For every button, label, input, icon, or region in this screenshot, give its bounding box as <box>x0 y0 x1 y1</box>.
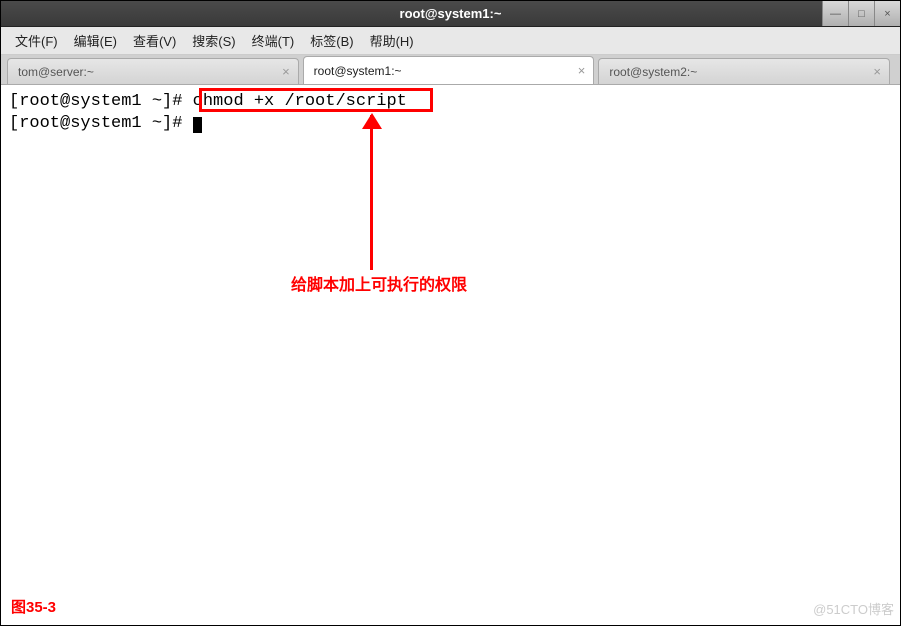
command: chmod +x /root/script <box>193 92 407 111</box>
tab-root-system2[interactable]: root@system2:~ × <box>598 58 890 84</box>
terminal-area[interactable]: [root@system1 ~]# chmod +x /root/script … <box>1 85 900 625</box>
annotation-text: 给脚本加上可执行的权限 <box>291 275 467 297</box>
tab-label: tom@server:~ <box>18 65 94 79</box>
window-controls: — □ × <box>822 1 900 26</box>
prompt: [root@system1 ~]# <box>9 114 193 133</box>
close-icon[interactable]: × <box>282 64 290 79</box>
tab-tom-server[interactable]: tom@server:~ × <box>7 58 299 84</box>
minimize-button[interactable]: — <box>822 1 848 26</box>
menu-search[interactable]: 搜索(S) <box>186 27 241 54</box>
terminal-line-2: [root@system1 ~]# <box>9 113 892 135</box>
close-button[interactable]: × <box>874 1 900 26</box>
window-title: root@system1:~ <box>400 6 502 21</box>
prompt: [root@system1 ~]# <box>9 92 193 111</box>
menubar: 文件(F) 编辑(E) 查看(V) 搜索(S) 终端(T) 标签(B) 帮助(H… <box>1 27 900 55</box>
close-icon[interactable]: × <box>578 63 586 78</box>
cursor-icon <box>193 117 202 133</box>
menu-help[interactable]: 帮助(H) <box>364 27 420 54</box>
tab-label: root@system1:~ <box>314 64 402 78</box>
terminal-line-1: [root@system1 ~]# chmod +x /root/script <box>9 91 892 113</box>
figure-label: 图35-3 <box>11 597 56 619</box>
close-icon[interactable]: × <box>873 64 881 79</box>
menu-view[interactable]: 查看(V) <box>127 27 182 54</box>
maximize-button[interactable]: □ <box>848 1 874 26</box>
menu-terminal[interactable]: 终端(T) <box>246 27 301 54</box>
watermark: @51CTO博客 <box>813 599 894 621</box>
menu-edit[interactable]: 编辑(E) <box>68 27 123 54</box>
menu-tabs[interactable]: 标签(B) <box>304 27 359 54</box>
menu-file[interactable]: 文件(F) <box>9 27 64 54</box>
tab-label: root@system2:~ <box>609 65 697 79</box>
arrow-head-icon <box>362 113 382 129</box>
arrow-line <box>370 115 373 270</box>
tab-root-system1[interactable]: root@system1:~ × <box>303 56 595 84</box>
titlebar: root@system1:~ — □ × <box>1 1 900 27</box>
tab-bar: tom@server:~ × root@system1:~ × root@sys… <box>1 55 900 85</box>
